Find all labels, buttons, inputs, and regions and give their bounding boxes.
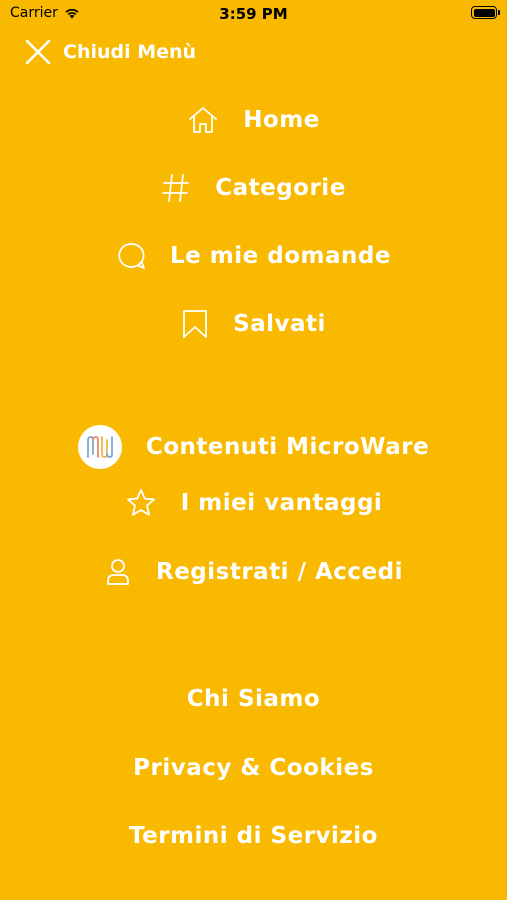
close-icon xyxy=(25,39,51,65)
menu-item-home-label: Home xyxy=(243,107,320,133)
menu-item-microware[interactable]: Contenuti MicroWare xyxy=(0,423,507,471)
menu-item-vantaggi-label: I miei vantaggi xyxy=(180,490,383,516)
menu-item-domande[interactable]: Le mie domande xyxy=(0,232,507,280)
star-icon xyxy=(125,487,157,519)
menu-item-salvati[interactable]: Salvati xyxy=(0,300,507,348)
home-icon xyxy=(187,105,219,135)
microware-logo-icon xyxy=(77,425,122,469)
status-time: 3:59 PM xyxy=(219,5,288,23)
menu-item-vantaggi[interactable]: I miei vantaggi xyxy=(0,479,507,527)
menu-item-registrati[interactable]: Registrati / Accedi xyxy=(0,548,507,596)
footer-link-privacy[interactable]: Privacy & Cookies xyxy=(0,755,507,781)
footer-link-chi-siamo[interactable]: Chi Siamo xyxy=(0,686,507,712)
battery-icon xyxy=(471,6,500,19)
status-bar: Carrier 3:59 PM xyxy=(0,0,507,30)
footer-link-termini[interactable]: Termini di Servizio xyxy=(0,823,507,849)
menu-item-registrati-label: Registrati / Accedi xyxy=(155,559,403,585)
close-menu-label: Chiudi Menù xyxy=(63,41,197,63)
chat-bubble-icon xyxy=(116,241,146,271)
menu-item-categorie-label: Categorie xyxy=(215,175,346,201)
menu-item-salvati-label: Salvati xyxy=(233,311,326,337)
menu-item-domande-label: Le mie domande xyxy=(170,243,391,269)
close-menu-button[interactable]: Chiudi Menù xyxy=(24,38,196,66)
menu-item-microware-label: Contenuti MicroWare xyxy=(145,434,430,460)
menu-item-categorie[interactable]: Categorie xyxy=(0,164,507,212)
user-icon xyxy=(104,557,132,587)
bookmark-icon xyxy=(181,308,209,340)
hashtag-icon xyxy=(161,172,191,204)
menu-item-home[interactable]: Home xyxy=(0,96,507,144)
